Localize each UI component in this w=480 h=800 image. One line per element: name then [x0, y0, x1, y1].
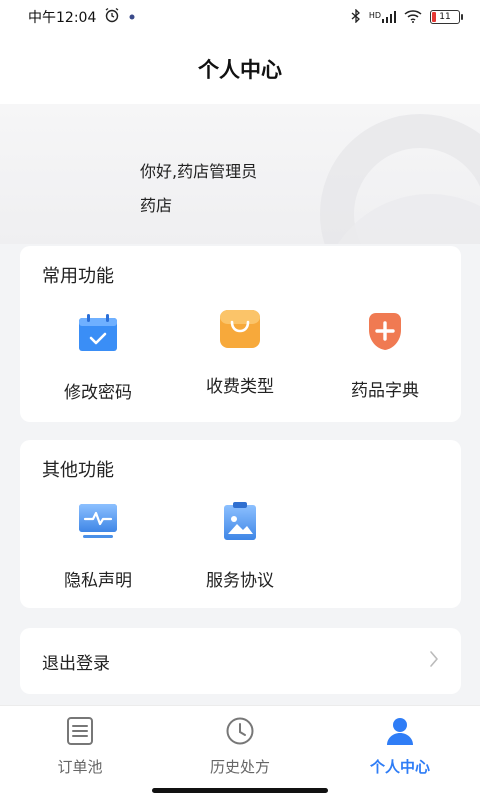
- tab-history-prescriptions[interactable]: 历史处方: [160, 716, 320, 777]
- tab-history-prescriptions-label: 历史处方: [209, 758, 270, 776]
- alarm-icon: [104, 7, 120, 27]
- logout-button[interactable]: 退出登录: [20, 628, 461, 694]
- service-agreement-label: 服务协议: [206, 571, 274, 591]
- profile-section: 你好,药店管理员 药店: [0, 104, 480, 244]
- profile-store-row: 药店: [40, 192, 172, 216]
- drug-dictionary-label: 药品字典: [351, 381, 419, 401]
- other-functions-card: 其他功能 隐私声明 服务协议: [20, 440, 461, 608]
- chevron-right-icon: [429, 650, 439, 673]
- drug-dictionary-button[interactable]: 药品字典: [325, 308, 445, 401]
- common-functions-card: 常用功能 修改密码 收费类型 药品字典: [20, 246, 461, 422]
- privacy-statement-label: 隐私声明: [64, 571, 132, 591]
- other-functions-title: 其他功能: [42, 460, 114, 481]
- charge-type-button[interactable]: 收费类型: [180, 306, 300, 397]
- signal-icon: HD: [369, 11, 396, 23]
- tab-personal-center[interactable]: 个人中心: [320, 716, 480, 777]
- tab-order-pool[interactable]: 订单池: [0, 716, 160, 777]
- medical-plus-icon: [362, 308, 408, 354]
- tab-order-pool-label: 订单池: [57, 758, 103, 776]
- shopping-bag-icon: [217, 306, 263, 352]
- logout-label: 退出登录: [42, 653, 110, 674]
- battery-icon: 11: [430, 10, 463, 24]
- profile-store-type: 药店: [140, 196, 173, 215]
- profile-greeting-row: 你好,药店管理员: [40, 158, 257, 182]
- list-icon: [65, 716, 95, 750]
- calendar-check-icon: [75, 310, 121, 356]
- clipboard-image-icon: [217, 498, 263, 544]
- battery-fill: [432, 12, 436, 22]
- change-password-label: 修改密码: [64, 383, 132, 403]
- signal-label: HD: [368, 11, 381, 20]
- status-time: 中午12:04: [28, 10, 97, 26]
- charge-type-label: 收费类型: [206, 377, 274, 397]
- status-right: HD 11: [351, 7, 463, 26]
- status-left: 中午12:04: [28, 7, 136, 27]
- battery-level: 11: [439, 12, 451, 22]
- service-agreement-button[interactable]: 服务协议: [180, 498, 300, 591]
- home-indicator: [152, 788, 328, 793]
- bluetooth-icon: [351, 7, 361, 26]
- page-title-bar: 个人中心: [0, 34, 480, 104]
- common-functions-title: 常用功能: [42, 266, 114, 287]
- tab-personal-center-label: 个人中心: [369, 758, 430, 776]
- status-bar: 中午12:04 HD 11: [0, 0, 480, 34]
- privacy-statement-button[interactable]: 隐私声明: [38, 498, 158, 591]
- user-icon: [385, 716, 415, 750]
- change-password-button[interactable]: 修改密码: [38, 310, 158, 403]
- notification-dot-icon: [128, 9, 136, 25]
- page-title: 个人中心: [198, 58, 282, 82]
- wifi-icon: [404, 9, 422, 26]
- clock-icon: [225, 716, 255, 750]
- monitor-pulse-icon: [75, 498, 121, 544]
- profile-greeting: 你好,药店管理员: [140, 162, 258, 181]
- bottom-tab-bar: 订单池 历史处方 个人中心: [0, 705, 480, 800]
